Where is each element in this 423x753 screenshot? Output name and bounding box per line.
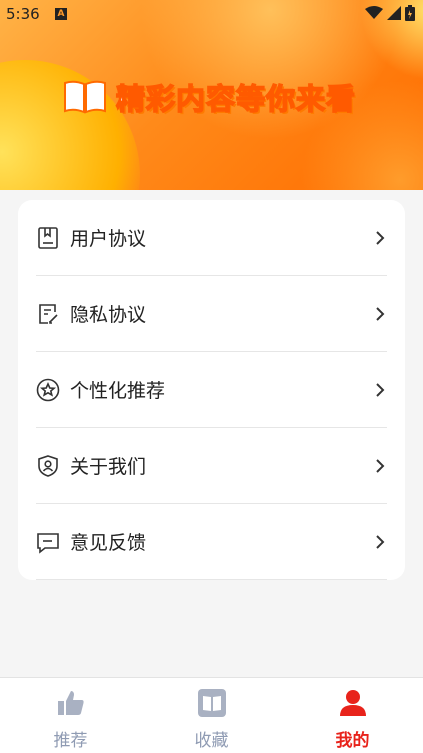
menu-item-label: 隐私协议 bbox=[70, 304, 147, 326]
banner-text: 精彩内容等你来看 bbox=[115, 81, 357, 117]
tab-label: 我的 bbox=[335, 731, 370, 751]
menu-item-user-agreement[interactable]: 用户协议 bbox=[36, 200, 387, 276]
menu-item-personalized-recommendation[interactable]: 个性化推荐 bbox=[36, 352, 387, 428]
menu-item-feedback[interactable]: 意见反馈 bbox=[36, 504, 387, 580]
banner-slogan: 精彩内容等你来看 bbox=[62, 76, 356, 118]
edit-doc-icon bbox=[39, 303, 58, 324]
header-banner: 精彩内容等你来看 bbox=[0, 0, 423, 190]
bookmark-doc-icon bbox=[38, 226, 58, 249]
chat-icon bbox=[37, 532, 59, 554]
menu-item-privacy-agreement[interactable]: 隐私协议 bbox=[36, 276, 387, 352]
chevron-right-icon bbox=[376, 230, 385, 245]
book-icon bbox=[198, 689, 226, 717]
shield-user-icon bbox=[38, 454, 58, 477]
battery-icon bbox=[405, 5, 415, 21]
chevron-right-icon bbox=[376, 534, 385, 549]
tab-mine[interactable]: 我的 bbox=[282, 678, 423, 753]
status-time: 5:36 bbox=[6, 5, 40, 23]
a-icon: A bbox=[55, 8, 67, 20]
tab-favorites[interactable]: 收藏 bbox=[141, 678, 282, 753]
signal-icon bbox=[387, 6, 401, 20]
wifi-icon bbox=[365, 6, 383, 19]
star-circle-icon bbox=[36, 378, 60, 401]
menu-item-label: 关于我们 bbox=[70, 456, 147, 478]
bottom-tab-bar: 推荐 收藏 我的 bbox=[0, 677, 423, 753]
tab-recommend[interactable]: 推荐 bbox=[0, 678, 141, 753]
book-icon bbox=[64, 80, 106, 114]
status-bar: 5:36 A bbox=[0, 0, 423, 28]
menu-item-about-us[interactable]: 关于我们 bbox=[36, 428, 387, 504]
chevron-right-icon bbox=[376, 458, 385, 473]
menu-item-label: 意见反馈 bbox=[70, 532, 147, 554]
user-icon bbox=[340, 690, 366, 716]
tab-label: 收藏 bbox=[194, 731, 229, 751]
tab-label: 推荐 bbox=[53, 731, 88, 751]
chevron-right-icon bbox=[376, 382, 385, 397]
thumbs-up-icon bbox=[58, 691, 84, 715]
menu-item-label: 用户协议 bbox=[70, 228, 147, 250]
chevron-right-icon bbox=[376, 306, 385, 321]
settings-menu-card: 用户协议 隐私协议 个性化推荐 关于我们 意见反馈 bbox=[18, 200, 405, 580]
menu-item-label: 个性化推荐 bbox=[70, 380, 166, 402]
